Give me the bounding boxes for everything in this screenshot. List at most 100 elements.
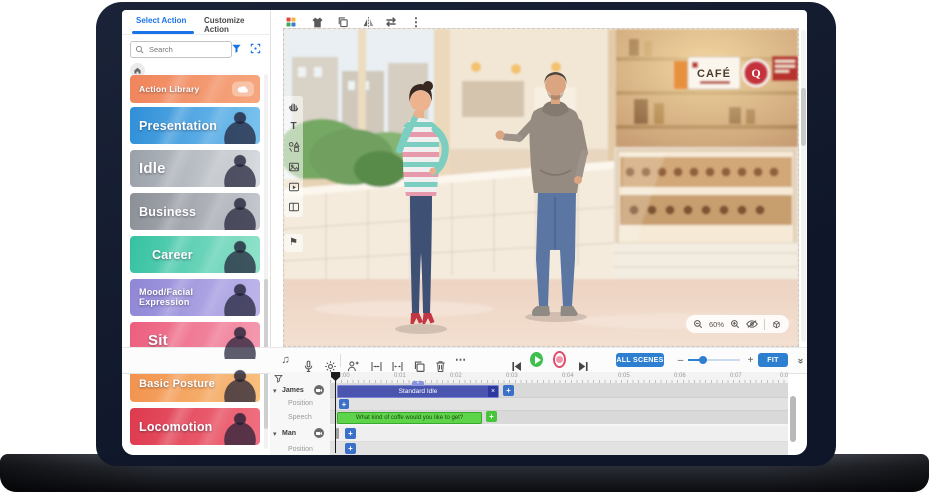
- category-thumbnail: [214, 150, 258, 187]
- viewport-scrollbar-thumb[interactable]: [801, 88, 806, 146]
- screenshot-root: Select Action Customize Action: [0, 0, 929, 497]
- track-lane-man-position[interactable]: [330, 442, 788, 455]
- collapse-caret-icon[interactable]: ▾: [273, 430, 277, 438]
- hide-ui-eye-icon[interactable]: [746, 319, 758, 329]
- record-button[interactable]: [553, 353, 566, 366]
- track-name-position2[interactable]: Position: [288, 446, 313, 453]
- add-man-position-button[interactable]: +: [345, 443, 356, 454]
- text-tool-icon[interactable]: T: [287, 120, 300, 133]
- timeline-zoom-slider[interactable]: [688, 359, 740, 361]
- category-label: Mood/Facial Expression: [130, 288, 213, 307]
- tab-select-action[interactable]: Select Action: [136, 16, 186, 25]
- category-locomotion[interactable]: Locomotion: [130, 408, 260, 445]
- viewport-stage[interactable]: CAFÉ Q: [283, 28, 799, 347]
- play-button[interactable]: [530, 353, 543, 366]
- skip-end-button[interactable]: [577, 354, 590, 367]
- timeline-zoom-out[interactable]: –: [674, 354, 687, 367]
- track-filter-icon[interactable]: [274, 374, 283, 383]
- search-input[interactable]: [147, 44, 227, 55]
- material-palette-icon[interactable]: [284, 15, 298, 29]
- category-mood-facial-expression[interactable]: Mood/Facial Expression: [130, 279, 260, 316]
- all-scenes-button[interactable]: ALL SCENES: [616, 353, 664, 367]
- category-action-library[interactable]: Action Library: [130, 75, 260, 103]
- remove-frames-icon[interactable]: [391, 354, 404, 367]
- category-thumbnail: [214, 322, 258, 359]
- timeline-scrollbar-thumb[interactable]: [790, 396, 796, 442]
- image-tool-icon[interactable]: [287, 160, 300, 173]
- track-name-james[interactable]: James: [282, 387, 304, 394]
- collapse-caret-icon[interactable]: ▾: [273, 387, 277, 395]
- split-view-icon[interactable]: [287, 200, 300, 213]
- cloud-icon[interactable]: [232, 82, 254, 97]
- track-lane-man[interactable]: [330, 426, 788, 442]
- viewport-scrollbar[interactable]: [801, 30, 806, 342]
- tab-customize-action[interactable]: Customize Action: [204, 16, 270, 34]
- microphone-icon[interactable]: [302, 354, 315, 367]
- track-lane-james-position[interactable]: [330, 398, 788, 411]
- render-light-icon[interactable]: [324, 354, 337, 367]
- speech-clip-label: What kind of coffe would you like to get…: [356, 415, 463, 421]
- video-tool-icon[interactable]: [287, 180, 300, 193]
- delete-clip-icon[interactable]: [434, 354, 447, 367]
- speech-clip[interactable]: What kind of coffe would you like to get…: [337, 412, 482, 424]
- category-thumbnail: [214, 279, 258, 316]
- flag-marker-icon[interactable]: ⚑: [287, 237, 300, 250]
- add-man-action-button[interactable]: +: [345, 428, 356, 439]
- cafe-logo-letter: Q: [751, 66, 760, 80]
- search-box[interactable]: [130, 41, 232, 58]
- add-speech-button[interactable]: +: [486, 411, 497, 422]
- shapes-tool-icon[interactable]: [287, 140, 300, 153]
- track-name-position[interactable]: Position: [288, 400, 313, 407]
- category-label: Idle: [130, 160, 166, 177]
- track-name-speech[interactable]: Speech: [288, 414, 312, 421]
- duplicate-icon[interactable]: [336, 15, 350, 29]
- insert-frames-icon[interactable]: [370, 354, 383, 367]
- audio-track-icon[interactable]: ♫: [279, 354, 292, 367]
- category-business[interactable]: Business: [130, 193, 260, 230]
- timeline-zoom-in[interactable]: +: [744, 354, 757, 367]
- zoom-out-icon[interactable]: [693, 319, 703, 329]
- mirror-flip-icon[interactable]: [361, 15, 375, 29]
- category-label: Business: [130, 205, 196, 219]
- panel-scrollbar[interactable]: [264, 74, 268, 449]
- character-effect-icon[interactable]: [347, 354, 360, 367]
- clip-stub[interactable]: [336, 428, 339, 439]
- copy-clip-icon[interactable]: [413, 354, 426, 367]
- camera-view-cube-icon[interactable]: [771, 319, 782, 330]
- add-position-key-button[interactable]: +: [339, 399, 349, 409]
- fit-button[interactable]: FIT: [758, 353, 788, 367]
- ruler-label: 0:04: [562, 373, 574, 379]
- clip-close-icon[interactable]: ×: [488, 386, 498, 397]
- zoom-in-icon[interactable]: [730, 319, 740, 329]
- action-clip-label: Standard Idle: [399, 388, 438, 395]
- category-thumbnail: [214, 365, 258, 402]
- action-clip[interactable]: + Standard Idle ×: [337, 385, 499, 398]
- swap-icon[interactable]: ⇄: [384, 15, 398, 29]
- more-menu-icon[interactable]: ⋮: [409, 15, 423, 29]
- category-career[interactable]: Career: [130, 236, 260, 273]
- outfit-icon[interactable]: [310, 15, 324, 29]
- track-camera-icon[interactable]: [314, 428, 324, 438]
- filter-icon[interactable]: [231, 43, 242, 54]
- more-tools-icon[interactable]: ⋯: [454, 354, 467, 367]
- action-panel: Select Action Customize Action: [122, 10, 271, 455]
- category-thumbnail: [214, 408, 258, 445]
- category-label: Presentation: [130, 119, 217, 133]
- category-label: Locomotion: [130, 420, 213, 434]
- category-idle[interactable]: Idle: [130, 150, 260, 187]
- add-action-button[interactable]: +: [503, 385, 514, 396]
- slider-knob[interactable]: [699, 356, 707, 364]
- playhead-line[interactable]: [335, 372, 336, 453]
- category-presentation[interactable]: Presentation: [130, 107, 260, 144]
- skip-start-button[interactable]: [510, 354, 523, 367]
- cafe-scene: CAFÉ Q: [284, 29, 798, 346]
- track-camera-icon[interactable]: [314, 385, 324, 395]
- pan-hand-icon[interactable]: [287, 100, 300, 113]
- ruler-label: 0:08: [780, 373, 788, 379]
- ruler-label: 0:01: [394, 373, 406, 379]
- track-name-man[interactable]: Man: [282, 430, 296, 437]
- fit-view-icon[interactable]: [250, 43, 261, 54]
- collapse-timeline-icon[interactable]: »: [793, 354, 806, 367]
- category-thumbnail: [214, 107, 258, 144]
- add-transition-tab[interactable]: +: [412, 381, 424, 386]
